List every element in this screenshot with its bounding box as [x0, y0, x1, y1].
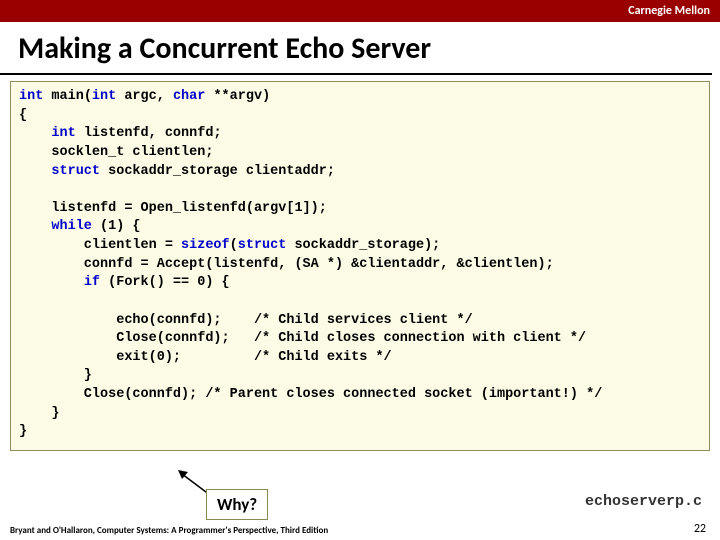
- code-text: }: [19, 424, 27, 439]
- code-text: argc,: [116, 89, 173, 104]
- code-text: {: [19, 108, 27, 123]
- code-text: echo(connfd); /* Child services client *…: [19, 313, 473, 328]
- code-text: (Fork() == 0) {: [100, 275, 230, 290]
- filename-label: echoserverp.c: [585, 493, 702, 510]
- code-text: [19, 219, 51, 234]
- code-text: [19, 126, 51, 141]
- code-text: listenfd, connfd;: [76, 126, 222, 141]
- page-number: 22: [694, 522, 706, 536]
- code-text: Close(connfd); /* Child closes connectio…: [19, 331, 586, 346]
- code-text: [19, 164, 51, 179]
- code-text: listenfd = Open_listenfd(argv[1]);: [19, 201, 327, 216]
- slide-title: Making a Concurrent Echo Server: [0, 22, 712, 75]
- kw-int: int: [92, 89, 116, 104]
- code-text: [19, 275, 84, 290]
- kw-char: char: [173, 89, 205, 104]
- kw-struct: struct: [238, 238, 287, 253]
- header-bar: Carnegie Mellon: [0, 0, 720, 22]
- code-block: int main(int argc, char **argv) { int li…: [10, 81, 710, 451]
- kw-int: int: [19, 89, 43, 104]
- kw-sizeof: sizeof: [181, 238, 230, 253]
- footer-citation: Bryant and O'Hallaron, Computer Systems:…: [10, 525, 328, 536]
- code-text: **argv): [205, 89, 270, 104]
- kw-int: int: [51, 126, 75, 141]
- code-text: sockaddr_storage clientaddr;: [100, 164, 335, 179]
- why-callout: Why?: [206, 489, 268, 520]
- code-text: }: [19, 406, 60, 421]
- code-text: connfd = Accept(listenfd, (SA *) &client…: [19, 257, 554, 272]
- institution-label: Carnegie Mellon: [628, 4, 710, 18]
- code-text: Close(connfd); /* Parent closes connecte…: [19, 387, 602, 402]
- code-text: }: [19, 368, 92, 383]
- code-text: (: [230, 238, 238, 253]
- code-text: clientlen =: [19, 238, 181, 253]
- code-text: exit(0); /* Child exits */: [19, 350, 392, 365]
- kw-struct: struct: [51, 164, 100, 179]
- code-text: main(: [43, 89, 92, 104]
- code-text: sockaddr_storage);: [286, 238, 440, 253]
- code-text: socklen_t clientlen;: [19, 145, 213, 160]
- kw-while: while: [51, 219, 92, 234]
- code-text: (1) {: [92, 219, 141, 234]
- kw-if: if: [84, 275, 100, 290]
